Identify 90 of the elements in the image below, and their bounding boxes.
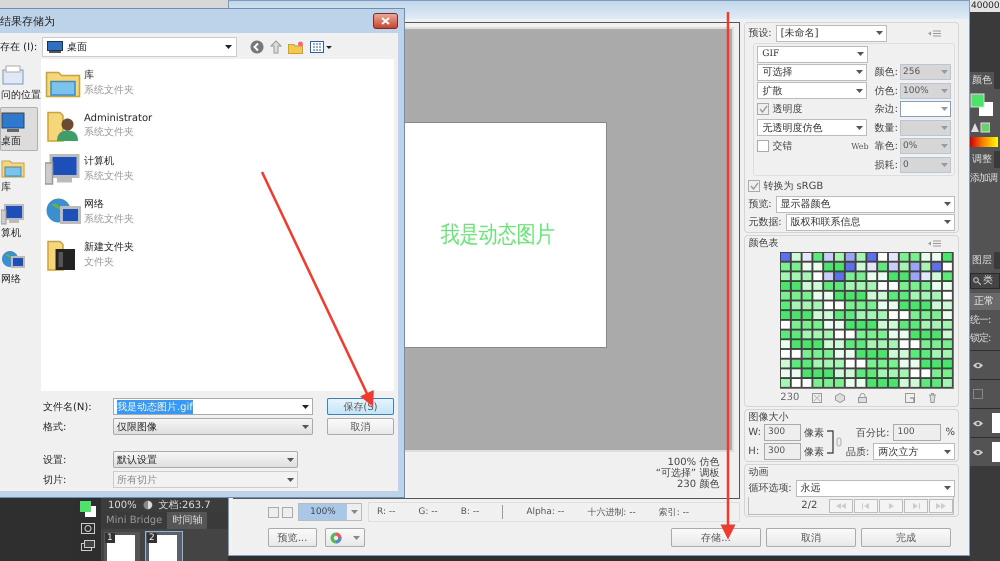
- unit-label: 像素: [804, 426, 824, 440]
- percent-field[interactable]: 100: [893, 424, 942, 441]
- places-item[interactable]: 桌面: [0, 107, 38, 151]
- file-item[interactable]: 库 系统文件夹: [45, 61, 394, 104]
- file-item[interactable]: 网络 系统文件夹: [45, 190, 394, 233]
- option-dropdown[interactable]: 可选择: [757, 64, 868, 81]
- readout-text: 索引: --: [658, 506, 690, 518]
- places-item[interactable]: 问的位置: [0, 61, 38, 105]
- panel-tab[interactable]: Mini Bridge: [101, 512, 168, 529]
- width-field[interactable]: 300: [764, 424, 801, 441]
- animation-frame[interactable]: 1: [104, 532, 140, 561]
- zoom-dropdown[interactable]: 100%: [298, 503, 362, 521]
- animation-frame[interactable]: 2: [146, 532, 182, 561]
- format-dropdown[interactable]: 仅限图像: [113, 418, 313, 435]
- status-text: 40000: [970, 0, 1000, 12]
- panel-tab[interactable]: 图层: [970, 252, 994, 269]
- field-label: 百分比:: [856, 426, 890, 440]
- quality-dropdown[interactable]: 两次立方: [873, 443, 955, 460]
- unit-label: %: [945, 427, 955, 438]
- option-dropdown[interactable]: 无透明度仿色: [757, 119, 868, 136]
- places-item[interactable]: 算机: [0, 199, 38, 243]
- field-label: 切片:: [43, 474, 68, 486]
- field-label: 文件名(N):: [43, 400, 93, 414]
- section-title: 颜色表: [748, 237, 778, 250]
- loop-dropdown[interactable]: 永远: [796, 480, 955, 496]
- field-label: 格式:: [43, 420, 68, 434]
- location-dropdown[interactable]: 桌面: [42, 37, 237, 57]
- readout-text: 十六进制: --: [587, 506, 636, 518]
- panel-hint: 添加调: [970, 172, 998, 186]
- file-item[interactable]: 新建文件夹 文件夹: [45, 233, 394, 276]
- height-field[interactable]: 300: [764, 443, 801, 460]
- places-item[interactable]: 网络: [0, 245, 38, 289]
- field-label: 预设:: [748, 27, 772, 40]
- checkbox-label: 交错: [772, 140, 792, 154]
- panel-tab[interactable]: 时间轴: [167, 512, 208, 529]
- field-label: 损耗:: [874, 158, 898, 172]
- field-label: 预览:: [748, 198, 772, 211]
- field-label: 循环选项:: [748, 482, 792, 495]
- document-size: 文档:263.7: [158, 498, 211, 512]
- settings-dropdown[interactable]: 默认设置: [113, 451, 298, 468]
- format-dropdown[interactable]: GIF: [757, 46, 868, 62]
- preset-dropdown[interactable]: [未命名]: [776, 24, 887, 42]
- checkbox-label: 透明度: [772, 102, 802, 116]
- done-button[interactable]: 完成: [861, 528, 951, 547]
- zoom-level: 100%: [108, 500, 137, 510]
- panel-tab[interactable]: 颜色: [970, 72, 994, 89]
- places-item[interactable]: 库: [0, 153, 38, 197]
- frame-number: 2: [147, 533, 157, 543]
- section-title: 图像大小: [748, 411, 790, 424]
- field-label: 锁定:: [970, 332, 992, 346]
- field-label: 设置:: [43, 454, 68, 466]
- file-item[interactable]: 计算机 系统文件夹: [45, 147, 394, 190]
- preview-text: 我是动态图片: [440, 220, 554, 250]
- preview-info-text: 230 颜色: [677, 479, 720, 490]
- readout-text: R: --: [377, 507, 396, 517]
- panel-tab[interactable]: 调整: [970, 151, 994, 168]
- readout-text: B: --: [460, 507, 480, 517]
- color-count: 230: [780, 392, 800, 403]
- preview-button[interactable]: 预览...: [268, 528, 317, 547]
- frame-counter: 2/2: [801, 500, 818, 511]
- preview-info-text: 100% 仿色: [668, 457, 720, 468]
- frame-number: 1: [105, 533, 115, 543]
- field-label: 靠色:: [874, 140, 898, 154]
- field-label: 元数据:: [748, 216, 782, 229]
- field-label: 存在 (I):: [0, 41, 37, 54]
- metadata-dropdown[interactable]: 版权和联系信息: [786, 214, 955, 230]
- field-prefix: Web: [851, 142, 869, 151]
- checkbox-label: 转换为 sRGB: [763, 180, 824, 193]
- cancel-button[interactable]: 取消: [766, 528, 856, 547]
- layer-filter-field[interactable]: 类: [970, 273, 1000, 289]
- field-label: H:: [748, 446, 760, 457]
- window-title: 结果存储为: [0, 14, 55, 28]
- field-label: 品质:: [846, 446, 870, 458]
- cancel-button[interactable]: 取消: [327, 418, 394, 435]
- field-label: 仿色:: [874, 84, 898, 98]
- field-label: 杂边:: [874, 102, 898, 116]
- readout-text: G: --: [418, 507, 438, 517]
- save-button[interactable]: 存储...: [671, 528, 761, 547]
- option-dropdown[interactable]: 扩散: [757, 82, 868, 100]
- field-label: 颜色:: [874, 66, 898, 80]
- field-label: 统一:: [970, 314, 992, 328]
- preview-dropdown[interactable]: 显示器颜色: [776, 196, 955, 212]
- unit-label: 像素: [804, 446, 824, 458]
- file-item[interactable]: Administrator 系统文件夹: [45, 104, 394, 147]
- field-label: 数量:: [874, 122, 898, 135]
- readout-text: Alpha: --: [526, 507, 564, 517]
- field-label: W:: [748, 427, 761, 438]
- section-title: 动画: [748, 466, 770, 479]
- blend-mode-dropdown[interactable]: 正常: [970, 293, 1000, 310]
- preview-info-text: “可选择” 调板: [656, 468, 720, 479]
